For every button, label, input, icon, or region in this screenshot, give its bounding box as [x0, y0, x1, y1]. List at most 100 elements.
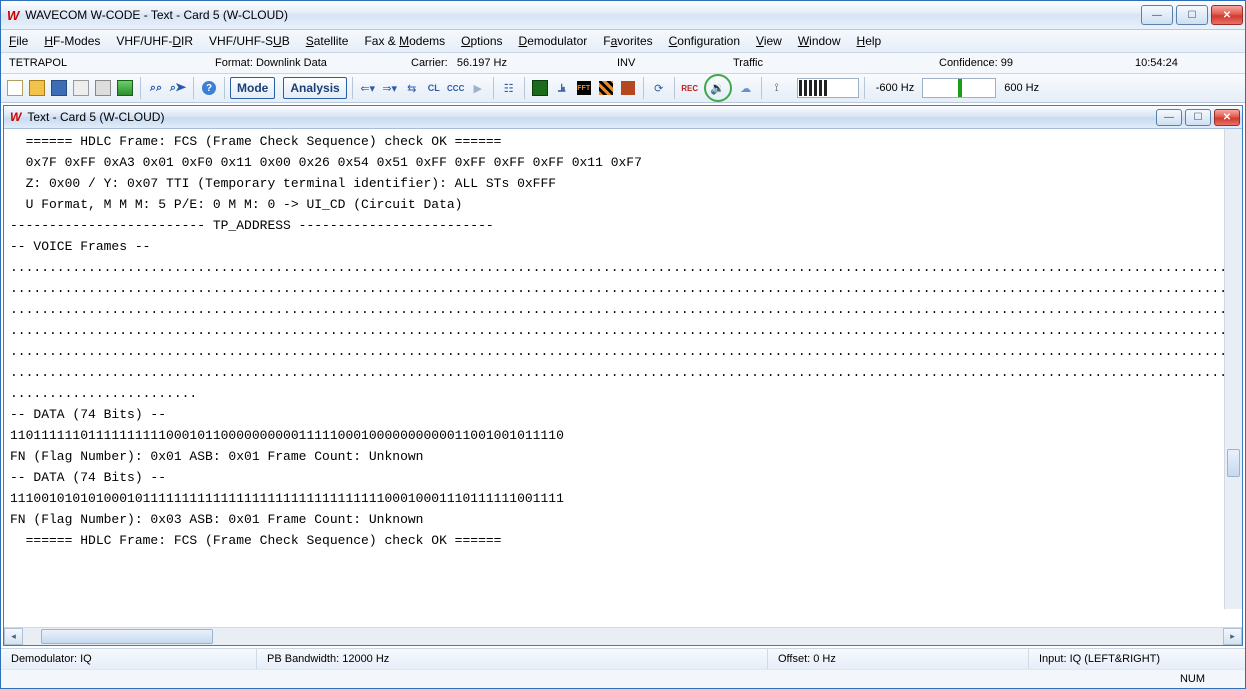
vertical-scrollbar[interactable] [1224, 129, 1242, 609]
menu-hf-modes[interactable]: HF-Modes [44, 34, 100, 48]
cl-button[interactable]: CL [424, 78, 444, 98]
binoculars-icon[interactable]: ⌕⌕ [146, 78, 166, 98]
scroll-left-button[interactable]: ◂ [4, 628, 23, 645]
format-cell: Format: Downlink Data [207, 57, 403, 69]
menu-vhf-uhf-dir[interactable]: VHF/UHF-DIR [116, 34, 193, 48]
status-demodulator: Demodulator: IQ [1, 649, 257, 669]
status-bar: Demodulator: IQ PB Bandwidth: 12000 Hz O… [1, 648, 1245, 669]
terminal-line: ........................................… [10, 320, 1236, 341]
confidence-label: Confidence: [939, 57, 998, 69]
panel2-icon[interactable]: ⫡ [552, 78, 572, 98]
menu-fax-modems[interactable]: Fax & Modems [364, 34, 445, 48]
status-input: Input: IQ (LEFT&RIGHT) [1029, 649, 1245, 669]
terminal-line: ------------------------- TP_ADDRESS ---… [10, 215, 1236, 236]
menu-window[interactable]: Window [798, 34, 841, 48]
terminal-line: ........................................… [10, 362, 1236, 383]
terminal-line: FN (Flag Number): 0x03 ASB: 0x01 Frame C… [10, 509, 1236, 530]
window-title: WAVECOM W-CODE - Text - Card 5 (W-CLOUD) [25, 8, 288, 22]
new-file-icon[interactable] [5, 78, 25, 98]
mode-name: TETRAPOL [1, 57, 207, 69]
neg-hz-label: -600 Hz [870, 82, 921, 94]
refresh-icon[interactable]: ⟳ [649, 78, 669, 98]
menu-vhf-uhf-sub[interactable]: VHF/UHF-SUB [209, 34, 290, 48]
help-icon[interactable]: ? [199, 78, 219, 98]
scroll-right-button[interactable]: ▸ [1223, 628, 1242, 645]
status-num: NUM [1180, 673, 1205, 685]
horizontal-scroll-track[interactable] [23, 629, 1223, 644]
menu-file[interactable]: File [9, 34, 28, 48]
child-titlebar: W Text - Card 5 (W-CLOUD) — ☐ ✕ [4, 106, 1242, 129]
panel4-icon[interactable] [596, 78, 616, 98]
terminal-line: U Format, M M M: 5 P/E: 0 M M: 0 -> UI_C… [10, 194, 1236, 215]
vertical-scroll-thumb[interactable] [1227, 449, 1240, 477]
clock: 10:54:24 [1127, 57, 1186, 69]
analysis-button[interactable]: Analysis [283, 77, 346, 99]
arrow-right-icon[interactable]: ⇒▾ [380, 78, 400, 98]
copy-icon[interactable] [71, 78, 91, 98]
carrier-value: 56.197 Hz [457, 57, 507, 69]
maximize-button[interactable]: ☐ [1176, 5, 1208, 25]
pin-icon[interactable]: ⟟ [767, 78, 787, 98]
play-icon[interactable]: ▶ [468, 78, 488, 98]
horizontal-scrollbar[interactable]: ◂ ▸ [4, 627, 1242, 645]
terminal-line: -- DATA (74 Bits) -- [10, 404, 1236, 425]
child-close-button[interactable]: ✕ [1214, 109, 1240, 126]
confidence-value: 99 [1001, 57, 1013, 69]
terminal-line: ====== HDLC Frame: FCS (Frame Check Sequ… [10, 530, 1236, 551]
terminal-line: ........................................… [10, 299, 1236, 320]
menu-favorites[interactable]: Favorites [603, 34, 652, 48]
terminal-line: Z: 0x00 / Y: 0x07 TTI (Temporary termina… [10, 173, 1236, 194]
status-pb-bandwidth: PB Bandwidth: 12000 Hz [257, 649, 768, 669]
speaker-highlighted-icon[interactable]: 🔉 [704, 74, 732, 102]
panel5-icon[interactable] [618, 78, 638, 98]
client-area: W Text - Card 5 (W-CLOUD) — ☐ ✕ ====== H… [1, 103, 1245, 648]
print-icon[interactable] [93, 78, 113, 98]
menu-configuration[interactable]: Configuration [669, 34, 740, 48]
save-icon[interactable] [49, 78, 69, 98]
terminal-line: ........................................… [10, 257, 1236, 278]
horizontal-scroll-thumb[interactable] [41, 629, 213, 644]
confidence-cell: Confidence: 99 [931, 57, 1127, 69]
terminal-line: ........................ [10, 383, 1236, 404]
terminal-line: ........................................… [10, 341, 1236, 362]
traffic-label: Traffic [725, 57, 931, 69]
ccc-button[interactable]: CCC [446, 78, 466, 98]
open-folder-icon[interactable] [27, 78, 47, 98]
cloud-icon[interactable]: ☁ [736, 78, 756, 98]
print-color-icon[interactable] [115, 78, 135, 98]
arrow-left-icon[interactable]: ⇐▾ [358, 78, 378, 98]
format-label: Format: [215, 57, 253, 69]
format-value: Downlink Data [256, 57, 327, 69]
menu-demodulator[interactable]: Demodulator [519, 34, 588, 48]
panel1-icon[interactable] [530, 78, 550, 98]
menu-help[interactable]: Help [857, 34, 882, 48]
terminal-line: -- VOICE Frames -- [10, 236, 1236, 257]
minimize-button[interactable]: — [1141, 5, 1173, 25]
arrows-both-icon[interactable]: ⇆ [402, 78, 422, 98]
rec-icon[interactable]: REC [680, 78, 700, 98]
status-bar-2: NUM [1, 669, 1245, 688]
child-logo-icon: W [10, 110, 21, 124]
menu-options[interactable]: Options [461, 34, 502, 48]
menu-view[interactable]: View [756, 34, 782, 48]
tuning-bar[interactable] [797, 78, 859, 98]
text-output[interactable]: ====== HDLC Frame: FCS (Frame Check Sequ… [4, 129, 1242, 627]
inv-label: INV [609, 57, 725, 69]
bars-icon[interactable]: ☷ [499, 78, 519, 98]
child-title: Text - Card 5 (W-CLOUD) [27, 110, 164, 124]
mode-button[interactable]: Mode [230, 77, 275, 99]
child-window: W Text - Card 5 (W-CLOUD) — ☐ ✕ ====== H… [3, 105, 1243, 646]
binoculars-next-icon[interactable]: ⌕➤ [168, 78, 188, 98]
child-maximize-button[interactable]: ☐ [1185, 109, 1211, 126]
frequency-meter[interactable] [922, 78, 996, 98]
status-offset: Offset: 0 Hz [768, 649, 1029, 669]
terminal-line: ====== HDLC Frame: FCS (Frame Check Sequ… [10, 131, 1236, 152]
close-button[interactable]: ✕ [1211, 5, 1243, 25]
carrier-cell: Carrier: 56.197 Hz [403, 57, 609, 69]
fft-icon[interactable]: FFT [574, 78, 594, 98]
terminal-line: 1110010101010001011111111111111111111111… [10, 488, 1236, 509]
menubar: File HF-Modes VHF/UHF-DIR VHF/UHF-SUB Sa… [1, 30, 1245, 53]
child-minimize-button[interactable]: — [1156, 109, 1182, 126]
terminal-line: ........................................… [10, 278, 1236, 299]
menu-satellite[interactable]: Satellite [306, 34, 349, 48]
